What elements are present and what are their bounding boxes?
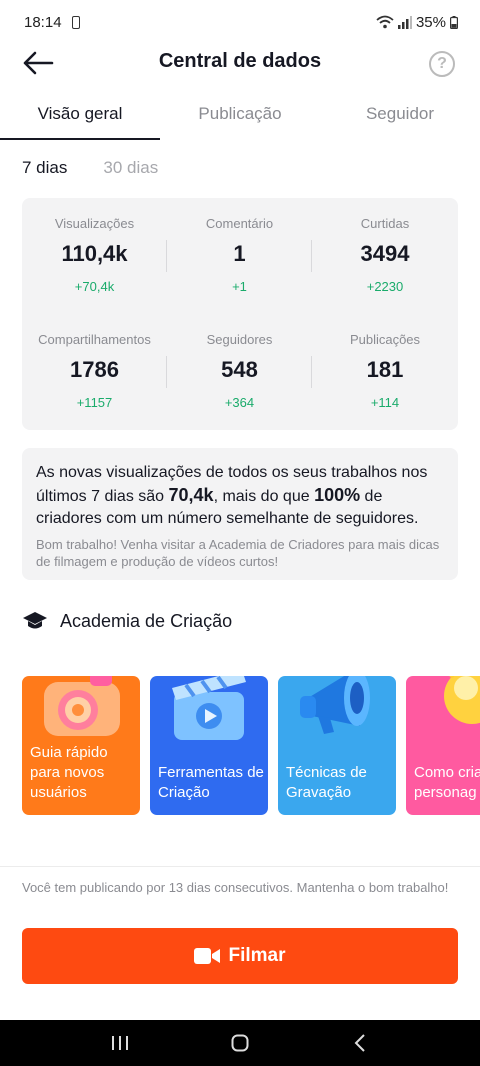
stat-delta: +114 bbox=[370, 395, 400, 410]
chevron-left-icon bbox=[354, 1034, 365, 1052]
tab-publication[interactable]: Publicação bbox=[160, 92, 320, 142]
status-time: 18:14 bbox=[24, 13, 62, 31]
stat-label: Publicações bbox=[349, 332, 421, 347]
recents-button[interactable] bbox=[100, 1023, 140, 1063]
stat-value: 1786 bbox=[70, 357, 119, 382]
course-card-label: Guia rápido para novos usuários bbox=[30, 744, 108, 801]
video-camera-icon bbox=[194, 948, 221, 964]
stat-value: 548 bbox=[221, 357, 258, 382]
course-card-label: Técnicas de Gravação bbox=[286, 764, 367, 801]
academy-header: Academia de Criação bbox=[22, 610, 232, 632]
stat-posts[interactable]: Publicações 181 +114 bbox=[312, 314, 458, 430]
page-title: Central de dados bbox=[158, 50, 322, 72]
course-card-beginner-guide[interactable]: Guia rápido para novos usuários bbox=[22, 676, 140, 815]
home-icon bbox=[231, 1034, 249, 1052]
phone-icon bbox=[71, 15, 80, 29]
stat-delta: +1157 bbox=[76, 395, 113, 410]
footer-divider bbox=[0, 866, 480, 867]
course-card-character[interactable]: Como criar personag bbox=[406, 676, 480, 815]
megaphone-illustration bbox=[300, 676, 370, 734]
range-7-days[interactable]: 7 dias bbox=[22, 158, 67, 178]
stat-delta: +2230 bbox=[366, 279, 404, 294]
status-bar: 18:14 35% bbox=[0, 0, 480, 44]
system-nav-bar bbox=[0, 1020, 480, 1066]
stat-delta: +1 bbox=[232, 279, 247, 294]
stat-value: 3494 bbox=[360, 241, 410, 266]
stat-label: Comentário bbox=[205, 216, 274, 231]
stat-value: 181 bbox=[366, 357, 404, 382]
stat-value: 110,4k bbox=[61, 241, 128, 266]
stat-value: 1 bbox=[233, 241, 246, 266]
battery-percent: 35% bbox=[415, 13, 446, 31]
stat-likes[interactable]: Curtidas 3494 +2230 bbox=[312, 198, 458, 314]
status-right: 35% bbox=[376, 14, 458, 31]
course-card-label: Como criar personag bbox=[414, 764, 480, 801]
insight-subtext: Bom trabalho! Venha visitar a Academia d… bbox=[36, 537, 440, 569]
insight-text: , mais do que bbox=[213, 488, 315, 505]
tab-follower[interactable]: Seguidor bbox=[320, 92, 480, 142]
record-button-label: Filmar bbox=[228, 945, 286, 966]
tab-overview[interactable]: Visão geral bbox=[0, 92, 160, 142]
insight-main: As novas visualizações de todos os seus … bbox=[36, 462, 444, 530]
range-switch: 7 dias 30 dias bbox=[22, 158, 158, 178]
stats-grid: Visualizações 110,4k +70,4k Comentário 1… bbox=[22, 198, 458, 430]
stat-views[interactable]: Visualizações 110,4k +70,4k bbox=[22, 198, 167, 314]
streak-text: Você tem publicando por 13 dias consecut… bbox=[22, 880, 449, 895]
stat-label: Compartilhamentos bbox=[38, 332, 151, 347]
status-left: 18:14 bbox=[24, 14, 80, 31]
stats-card: Visualizações 110,4k +70,4k Comentário 1… bbox=[22, 198, 458, 430]
stat-label: Curtidas bbox=[360, 216, 410, 231]
stat-shares[interactable]: Compartilhamentos 1786 +1157 bbox=[22, 314, 167, 430]
help-icon[interactable]: ? bbox=[429, 51, 455, 77]
tab-indicator bbox=[0, 138, 160, 140]
insight-card: As novas visualizações de todos os seus … bbox=[22, 448, 458, 580]
academy-title: Academia de Criação bbox=[60, 610, 233, 631]
stat-comments[interactable]: Comentário 1 +1 bbox=[167, 198, 312, 314]
course-card-recording-techniques[interactable]: Técnicas de Gravação bbox=[278, 676, 396, 815]
header: Central de dados ? bbox=[0, 40, 480, 86]
clapperboard-illustration bbox=[172, 676, 246, 740]
range-30-days[interactable]: 30 dias bbox=[103, 158, 158, 178]
tab-bar: Visão geral Publicação Seguidor bbox=[0, 92, 480, 142]
insight-highlight: 100% bbox=[314, 485, 361, 505]
wifi-icon bbox=[376, 15, 394, 29]
stat-label: Seguidores bbox=[206, 332, 273, 347]
home-button[interactable] bbox=[220, 1023, 260, 1063]
course-cards-row: Guia rápido para novos usuários Ferramen… bbox=[22, 676, 480, 816]
signal-icon bbox=[397, 15, 412, 29]
system-back-button[interactable] bbox=[340, 1023, 380, 1063]
camera-illustration bbox=[44, 676, 120, 736]
bulb-illustration bbox=[444, 676, 480, 724]
stat-delta: +364 bbox=[224, 395, 255, 410]
battery-icon bbox=[450, 15, 458, 29]
graduation-cap-icon bbox=[23, 612, 47, 629]
insight-highlight: 70,4k bbox=[168, 485, 214, 505]
course-card-creation-tools[interactable]: Ferramentas de Criação bbox=[150, 676, 268, 815]
recents-icon bbox=[112, 1036, 128, 1050]
stat-delta: +70,4k bbox=[74, 279, 115, 294]
course-card-label: Ferramentas de Criação bbox=[158, 764, 264, 801]
record-button[interactable]: Filmar bbox=[22, 928, 458, 984]
stat-followers[interactable]: Seguidores 548 +364 bbox=[167, 314, 312, 430]
stat-label: Visualizações bbox=[54, 216, 135, 231]
